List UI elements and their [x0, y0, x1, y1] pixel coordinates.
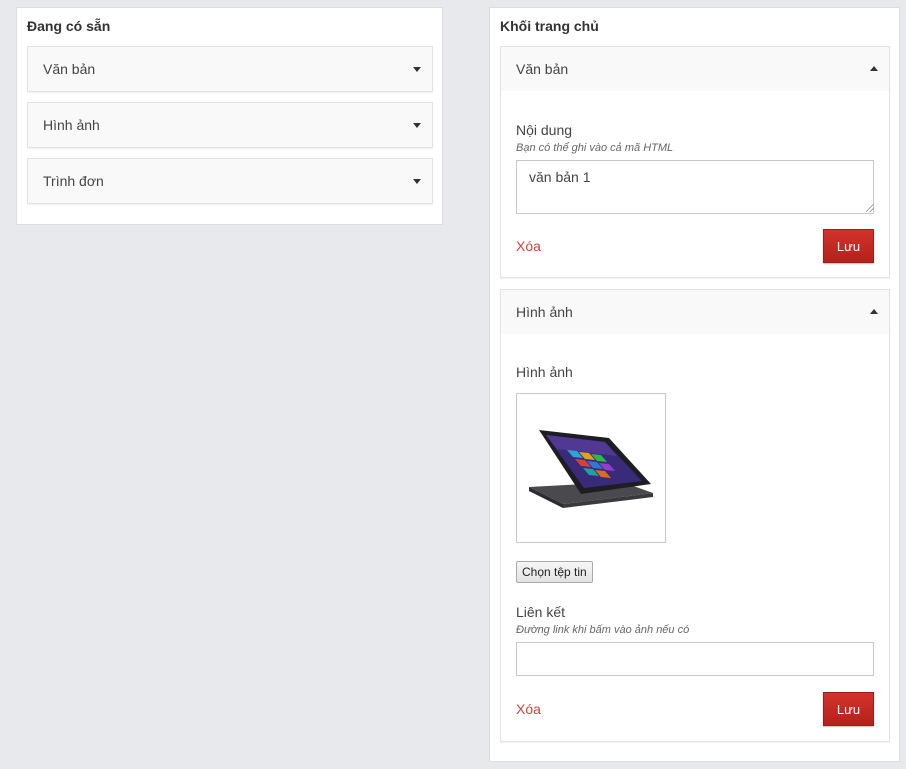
text-block-header[interactable]: Văn bản — [501, 47, 889, 91]
link-input[interactable] — [516, 642, 874, 676]
image-label: Hình ảnh — [516, 364, 573, 380]
link-help: Đường link khi bấm vào ảnh nếu có — [516, 624, 690, 636]
delete-link[interactable]: Xóa — [516, 701, 541, 717]
save-button[interactable]: Lưu — [823, 692, 874, 726]
image-block-title: Hình ảnh — [516, 304, 573, 320]
content-textarea[interactable]: văn bản 1 — [516, 160, 874, 214]
caret-down-icon[interactable] — [413, 67, 421, 72]
image-block: Hình ảnh Hình ảnh Chọn tệp tin Liên kết … — [500, 289, 890, 742]
save-button[interactable]: Lưu — [823, 229, 874, 263]
caret-up-icon[interactable] — [870, 309, 878, 314]
resize-grip-icon[interactable] — [866, 204, 874, 212]
link-label: Liên kết — [516, 604, 566, 620]
content-help: Bạn có thể ghi vào cả mã HTML — [516, 142, 674, 154]
text-block-title: Văn bản — [516, 61, 569, 77]
home-blocks-title: Khối trang chủ — [500, 18, 599, 34]
caret-down-icon[interactable] — [413, 179, 421, 184]
choose-file-button[interactable]: Chọn tệp tin — [516, 561, 593, 583]
caret-down-icon[interactable] — [413, 123, 421, 128]
image-block-header[interactable]: Hình ảnh — [501, 290, 889, 334]
image-preview — [516, 393, 666, 543]
content-label: Nội dung — [516, 122, 573, 138]
laptop-image — [529, 430, 653, 508]
available-item-image[interactable]: Hình ảnh — [27, 102, 433, 148]
home-blocks-panel: Khối trang chủ Văn bản Nội dung Bạn có t… — [489, 7, 900, 762]
available-item-menu[interactable]: Trình đơn — [27, 158, 433, 204]
available-item-text[interactable]: Văn bản — [27, 46, 433, 92]
available-item-label: Văn bản — [43, 61, 96, 77]
available-panel-title: Đang có sẵn — [27, 18, 111, 34]
available-item-label: Trình đơn — [43, 173, 104, 189]
text-block: Văn bản Nội dung Bạn có thể ghi vào cả m… — [500, 46, 890, 278]
available-item-label: Hình ảnh — [43, 117, 100, 133]
available-panel: Đang có sẵn Văn bản Hình ảnh Trình đơn — [16, 7, 443, 225]
caret-up-icon[interactable] — [870, 66, 878, 71]
delete-link[interactable]: Xóa — [516, 238, 541, 254]
